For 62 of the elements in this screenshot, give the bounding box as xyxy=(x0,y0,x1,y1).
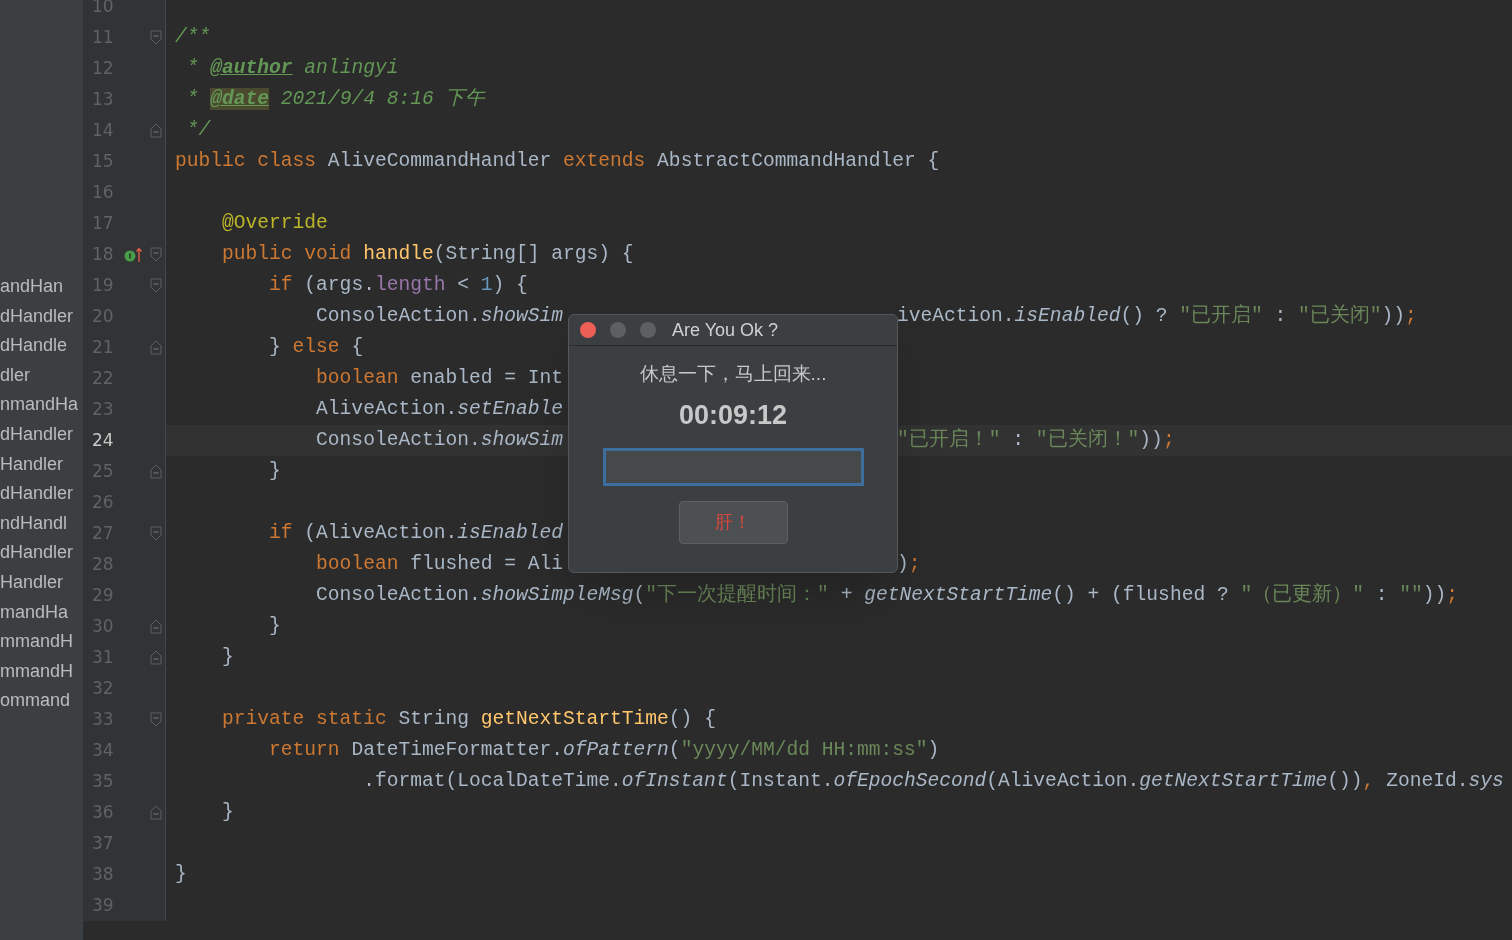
dialog-message: 休息一下，马上回来... xyxy=(639,362,827,386)
project-tree-item[interactable]: mandHa xyxy=(0,597,69,628)
gutter-marker-icon[interactable] xyxy=(124,246,144,263)
project-tree-item[interactable]: Handler xyxy=(0,449,64,480)
code-line: if (args.length < 1) { xyxy=(268,272,528,298)
code-line: } xyxy=(221,799,234,825)
fold-icon[interactable] xyxy=(149,278,162,293)
code-line: * @date 2021/9/4 8:16 下午 xyxy=(185,86,486,112)
fold-icon[interactable] xyxy=(149,805,162,820)
code-line: * @author anlingyi xyxy=(185,55,399,81)
code-line: */ xyxy=(185,117,211,143)
project-tree-item[interactable]: dHandler xyxy=(0,419,74,450)
code-line: iveAction.isEnabled() ? "已开启" : "已关闭")); xyxy=(897,303,1417,329)
code-line: ConsoleAction.showSim xyxy=(315,427,565,453)
project-tree-item[interactable]: ndHandl xyxy=(0,508,68,539)
code-line: } xyxy=(221,644,234,670)
code-line: } xyxy=(175,861,187,887)
dialog-title: Are You Ok ? xyxy=(672,318,779,342)
project-tree-item[interactable]: andHan xyxy=(0,272,64,302)
countdown-timer: 00:09:12 xyxy=(678,398,788,432)
code-line: return DateTimeFormatter.ofPattern("yyyy/MM/dd HH:mm:ss") xyxy=(268,737,940,763)
code-line: .format(LocalDateTime.ofInstant(Instant.ofEpochSecond(AliveAction.getNextStartTime()), ZoneId.sys xyxy=(362,768,1504,794)
fold-icon[interactable] xyxy=(149,340,162,355)
code-line: boolean flushed = Ali xyxy=(315,551,565,577)
code-line: "已开启！" : "已关闭！")); xyxy=(897,427,1175,453)
code-line: @Override xyxy=(221,210,328,236)
code-line: } else { xyxy=(268,334,364,360)
project-tree-item[interactable]: dHandle xyxy=(0,331,68,361)
zoom-icon[interactable] xyxy=(640,322,656,338)
code-line: } xyxy=(268,458,281,484)
code-line: boolean enabled = Int xyxy=(315,365,564,391)
project-tree-item[interactable]: dler xyxy=(0,360,30,391)
code-line: if (AliveAction.isEnabled xyxy=(268,520,564,546)
project-tree-item[interactable]: mmandH xyxy=(0,627,74,657)
fold-icon[interactable] xyxy=(149,30,162,45)
fold-icon[interactable] xyxy=(149,526,162,541)
project-tree-item[interactable]: ommand xyxy=(0,686,71,716)
project-tree-item[interactable]: nmandHa xyxy=(0,390,79,420)
project-tree-item[interactable]: dHandler xyxy=(0,479,74,509)
code-line: /** xyxy=(175,24,211,50)
fold-icon[interactable] xyxy=(149,123,162,138)
code-line: ); xyxy=(897,551,921,577)
input-field[interactable] xyxy=(602,448,864,486)
code-line: public class AliveCommandHandler extends AbstractCommandHandler { xyxy=(175,148,940,174)
code-line: ConsoleAction.showSim xyxy=(315,303,565,329)
code-line: ConsoleAction.showSimpleMsg("下一次提醒时间：" + getNextStartTime() + (flushed ? "（已更新）" : "")); xyxy=(315,582,1459,608)
fold-icon[interactable] xyxy=(149,247,162,262)
line-number: 24 xyxy=(92,428,115,452)
project-tree-item[interactable]: Handler xyxy=(0,567,64,598)
project-tree-item[interactable]: dHandler xyxy=(0,538,74,568)
project-tree-item[interactable]: mmandH xyxy=(0,656,74,687)
code-line: } xyxy=(268,613,281,639)
code-line: AliveAction.setEnable xyxy=(315,396,564,422)
close-icon[interactable] xyxy=(580,322,596,338)
minimize-icon[interactable] xyxy=(610,322,626,338)
fold-icon[interactable] xyxy=(149,712,162,727)
code-line: public void handle(String[] args) { xyxy=(221,241,634,267)
fold-icon[interactable] xyxy=(149,619,162,634)
code-line: private static String getNextStartTime() { xyxy=(221,706,716,732)
project-tree-item[interactable]: dHandler xyxy=(0,301,74,332)
fold-icon[interactable] xyxy=(149,464,162,479)
fold-icon[interactable] xyxy=(149,650,162,665)
